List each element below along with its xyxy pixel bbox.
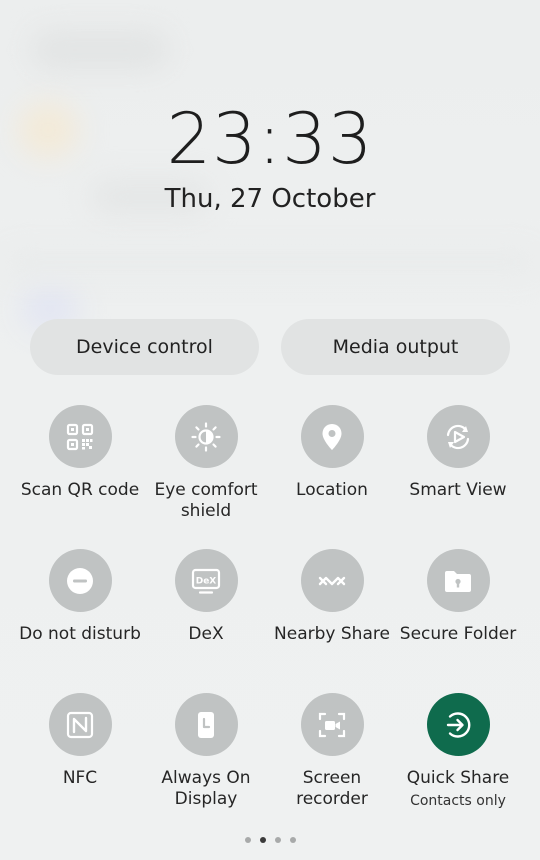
tile-always-on-display[interactable]: Always On Display: [143, 693, 269, 810]
device-control-button[interactable]: Device control: [30, 319, 259, 375]
tile-smart-view[interactable]: Smart View: [395, 405, 521, 501]
tile-do-not-disturb-toggle[interactable]: [48, 549, 112, 612]
blurred-background: [0, 248, 540, 276]
screen-recorder-icon: [318, 712, 346, 737]
tile-label: DeX: [188, 624, 224, 644]
tile-scan-qr-code-toggle[interactable]: [48, 405, 112, 468]
tile-always-on-display-toggle[interactable]: [174, 693, 238, 756]
tile-secure-folder-toggle[interactable]: [426, 549, 490, 612]
tile-location[interactable]: Location: [269, 405, 395, 501]
tile-label: Eye comfort shield: [154, 480, 258, 521]
qr-code-icon: [66, 423, 94, 450]
clock-date: Thu, 27 October: [164, 184, 376, 214]
do-not-disturb-icon: [67, 567, 93, 594]
dex-icon: DeX: [191, 568, 221, 594]
page-dot[interactable]: [289, 837, 296, 843]
location-pin-icon: [322, 423, 342, 450]
media-output-button[interactable]: Media output: [281, 319, 510, 375]
tile-label: Nearby Share: [274, 624, 390, 644]
smart-view-icon: [446, 424, 470, 449]
tile-eye-comfort-shield[interactable]: Eye comfort shield: [143, 405, 269, 522]
tile-label: Secure Folder: [399, 624, 517, 644]
tile-label: NFC: [62, 768, 98, 788]
tile-screen-recorder[interactable]: Screen recorder: [269, 693, 395, 810]
quick-share-icon: [446, 711, 471, 738]
tile-eye-comfort-toggle[interactable]: [174, 405, 238, 468]
svg-text:DeX: DeX: [196, 576, 217, 586]
tile-dex-toggle[interactable]: DeX: [174, 549, 238, 612]
tile-label: Scan QR code: [20, 480, 140, 500]
tile-label: Do not disturb: [19, 624, 141, 644]
tile-sublabel: Contacts only: [410, 793, 506, 809]
always-on-display-icon: [198, 711, 214, 738]
tile-nearby-share[interactable]: Nearby Share: [269, 549, 395, 645]
tile-label: Location: [296, 480, 368, 500]
tile-location-toggle[interactable]: [300, 405, 364, 468]
tile-nfc[interactable]: NFC: [17, 693, 143, 789]
clock-time: 23:33: [166, 98, 374, 180]
tile-secure-folder[interactable]: Secure Folder: [395, 549, 521, 645]
page-dot[interactable]: [244, 837, 251, 843]
tile-quick-share[interactable]: Quick Share Contacts only: [395, 693, 521, 809]
eye-comfort-icon: [191, 421, 221, 452]
tile-dex[interactable]: DeX DeX: [143, 549, 269, 645]
tile-label: Always On Display: [161, 768, 251, 809]
page-indicator: [0, 837, 540, 843]
tile-screen-recorder-toggle[interactable]: [300, 693, 364, 756]
tile-label: Quick Share: [406, 768, 510, 788]
tile-nfc-toggle[interactable]: [48, 693, 112, 756]
nfc-icon: [66, 711, 94, 738]
tile-label: Screen recorder: [296, 768, 368, 809]
tile-scan-qr-code[interactable]: Scan QR code: [17, 405, 143, 501]
page-dot-current[interactable]: [259, 837, 266, 843]
nearby-share-icon: [318, 576, 346, 585]
blurred-background: [30, 30, 170, 70]
tile-quick-share-toggle[interactable]: [426, 693, 490, 756]
secure-folder-icon: [445, 570, 471, 592]
tile-label: Smart View: [409, 480, 507, 500]
tile-smart-view-toggle[interactable]: [426, 405, 490, 468]
tile-nearby-share-toggle[interactable]: [300, 549, 364, 612]
tile-do-not-disturb[interactable]: Do not disturb: [17, 549, 143, 645]
page-dot[interactable]: [274, 837, 281, 843]
